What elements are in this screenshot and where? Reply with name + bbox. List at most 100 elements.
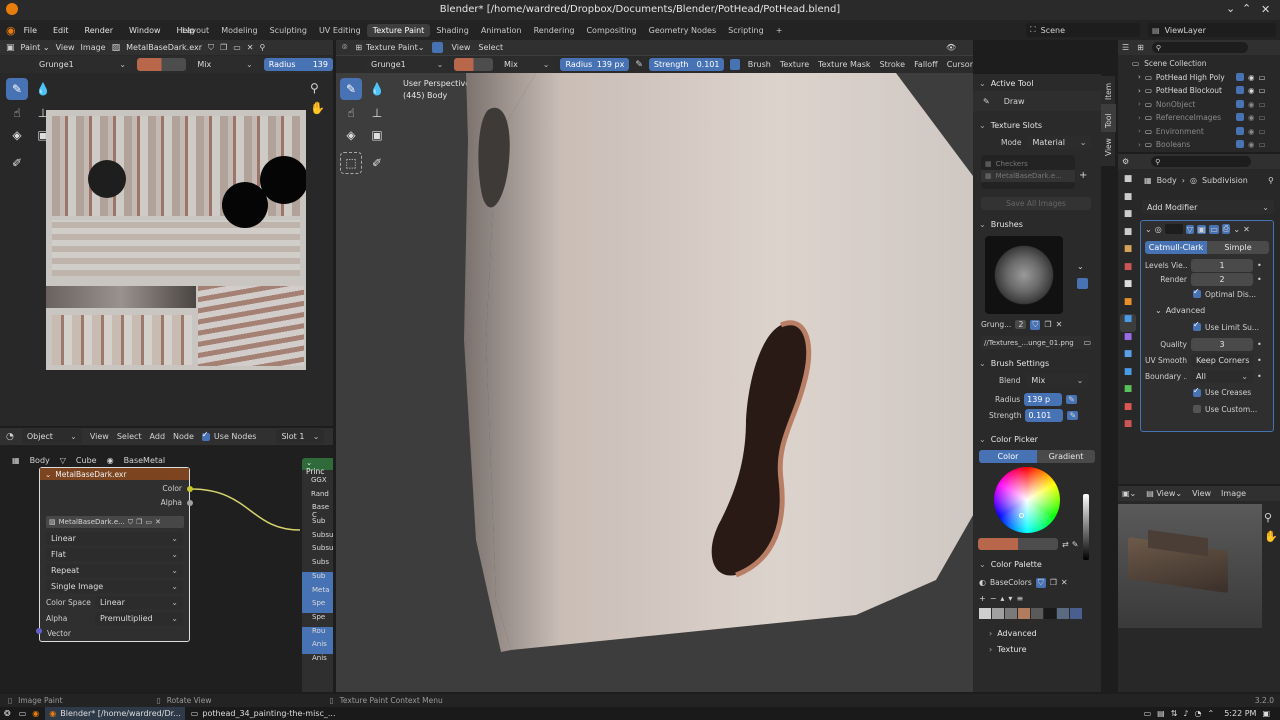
render-keyframe-icon[interactable]: • (1257, 275, 1262, 284)
hide-eye-icon[interactable]: ◉ (1248, 73, 1255, 82)
texture-header[interactable]: Texture (973, 641, 1101, 657)
principled-input-row[interactable]: Rand (302, 490, 333, 504)
tab-scripting[interactable]: Scripting (722, 24, 770, 37)
fill-tool-icon[interactable]: ◈ (6, 124, 28, 146)
palette-swatch[interactable] (1018, 608, 1030, 619)
outliner-search[interactable]: ⚲ (1151, 42, 1248, 53)
palette-name[interactable]: BaseColors (990, 578, 1032, 587)
maximize-icon[interactable]: ⌃ (1242, 2, 1251, 15)
modifier-delete-icon[interactable]: ✕ (1243, 225, 1250, 234)
render-camera-icon[interactable]: ▭ (1259, 140, 1266, 149)
slot-checkers[interactable]: ▦ Checkers (981, 158, 1075, 170)
collection-expand-icon[interactable]: › (1138, 100, 1141, 108)
quality-keyframe-icon[interactable]: • (1257, 340, 1262, 349)
palette-up-icon[interactable]: ▴ (1000, 594, 1004, 603)
palette-remove-icon[interactable]: − (990, 594, 997, 603)
brush-unlink-icon[interactable]: ✕ (1056, 320, 1063, 329)
brush-texture-path[interactable]: //Textures_...unge_01.png ▭ (981, 336, 1091, 349)
render-camera-icon[interactable]: ▭ (1259, 86, 1266, 95)
fake-user-icon[interactable]: ⛉ (208, 43, 214, 53)
principled-input-row[interactable]: Subsur (302, 544, 333, 558)
add-slot-icon[interactable]: + (1079, 170, 1087, 181)
boundary-dropdown[interactable]: All (1191, 369, 1253, 383)
node-folder-icon[interactable]: ▭ (145, 518, 152, 526)
render-camera-icon[interactable]: ▭ (1259, 100, 1266, 109)
brush-add-icon[interactable] (1077, 278, 1088, 289)
value-slider[interactable] (1083, 494, 1089, 560)
node-unlink-icon[interactable]: ✕ (155, 518, 161, 526)
tab-compositing[interactable]: Compositing (580, 24, 642, 37)
taskbar-app-folder[interactable]: ▭ pothead_34_painting-the-misc_... (191, 709, 336, 718)
modifier-pin-icon[interactable]: ⚲ (1268, 176, 1274, 185)
menu-window[interactable]: Window (129, 26, 161, 35)
palette-browse-icon[interactable]: ◐ (979, 578, 986, 587)
pin-icon[interactable]: ⚲ (259, 43, 265, 52)
strength-field[interactable]: 0.101 (1025, 408, 1064, 422)
image-view-menu[interactable]: View (56, 43, 75, 52)
outliner-editor-icon[interactable]: ☰ (1122, 43, 1129, 52)
particles-tab-icon[interactable]: ■ (1120, 332, 1136, 350)
modifier-tab-icon[interactable]: ■ (1120, 314, 1136, 332)
modifier-menu-icon[interactable]: ⌄ (1233, 225, 1240, 234)
node-image-browse-icon[interactable]: ▨ (49, 518, 56, 526)
extension-dropdown[interactable]: Repeat (46, 564, 183, 577)
collection-expand-icon[interactable]: › (1138, 87, 1141, 95)
menu-file[interactable]: File (24, 26, 37, 35)
outliner-item[interactable]: › ▭ ReferenceImages ◉ ▭ (1118, 111, 1280, 125)
folder-icon[interactable]: ▭ (233, 43, 241, 52)
radius-field[interactable]: 139 p (1024, 392, 1063, 406)
close-icon[interactable]: ✕ (1261, 3, 1270, 16)
boundary-keyframe-icon[interactable]: • (1257, 372, 1262, 381)
principled-input-row[interactable]: Subs (302, 558, 333, 572)
taskbar-app-blender[interactable]: ◉ Blender* [/home/wardred/Dr... (45, 707, 185, 720)
palette-add-icon[interactable]: + (979, 594, 986, 603)
collection-expand-icon[interactable]: › (1138, 73, 1141, 81)
render-camera-icon[interactable]: ▭ (1259, 73, 1266, 82)
soften-tool-icon[interactable]: 💧 (32, 78, 54, 100)
principled-input-row[interactable]: Subsu (302, 531, 333, 545)
modifier-advanced-header[interactable]: ⌄ Advanced (1141, 302, 1273, 318)
blend-dropdown[interactable]: Mix (1026, 373, 1089, 387)
palette-swatch[interactable] (1005, 608, 1017, 619)
image-brush-color[interactable] (136, 58, 187, 71)
tab-rendering[interactable]: Rendering (528, 24, 581, 37)
brush-list-expand-icon[interactable]: ⌄ (1077, 262, 1084, 271)
files-icon[interactable]: ▭ (19, 709, 27, 718)
principled-input-row[interactable]: Rou (302, 626, 333, 641)
brush-duplicate-icon[interactable]: ❐ (1044, 320, 1051, 329)
principled-input-row[interactable]: GGX (302, 476, 333, 490)
draw-tool-icon[interactable]: ✎ (6, 78, 28, 100)
outliner-item[interactable]: › ▭ NonObject ◉ ▭ (1118, 98, 1280, 112)
pot-body-mesh[interactable] (336, 40, 973, 692)
palette-fake-user-icon[interactable]: ⛉ (1035, 577, 1046, 588)
render-tab-icon[interactable]: ■ (1120, 192, 1136, 210)
tab-sculpting[interactable]: Sculpting (264, 24, 313, 37)
exclude-checkbox-icon[interactable] (1236, 126, 1244, 135)
palette-down-icon[interactable]: ▾ (1008, 594, 1012, 603)
blender-logo-icon[interactable]: ◉ (6, 24, 16, 37)
alpha-dropdown[interactable]: Premultiplied (95, 612, 183, 625)
exclude-checkbox-icon[interactable] (1236, 113, 1244, 122)
outliner-display-icon[interactable]: ⊞ (1137, 43, 1144, 52)
render-preview-image[interactable] (1118, 504, 1262, 628)
tab-animation[interactable]: Animation (475, 24, 528, 37)
scene-collection-row[interactable]: ▭ Scene Collection (1118, 57, 1280, 71)
show-desktop-icon[interactable]: ▣ (1262, 709, 1270, 718)
scene-tab-icon[interactable]: ■ (1120, 244, 1136, 262)
preview-image-menu[interactable]: Image (1221, 489, 1246, 498)
pan-hand-icon[interactable]: ✋ (310, 101, 325, 115)
palette-swatch[interactable] (979, 608, 991, 619)
tab-geometry-nodes[interactable]: Geometry Nodes (643, 24, 722, 37)
tab-tool[interactable]: Tool (1101, 104, 1116, 132)
color-eyedropper-icon[interactable]: ✎ (1072, 540, 1079, 549)
outliner-item[interactable]: › ▭ PotHead High Poly ◉ ▭ (1118, 71, 1280, 85)
tab-uv-editing[interactable]: UV Editing (313, 24, 367, 37)
properties-editor-icon[interactable]: ⚙ (1122, 157, 1129, 166)
image-node-header[interactable]: ⌄ MetalBaseDark.exr (40, 468, 189, 480)
annotate-tool-icon[interactable]: ✐ (6, 152, 28, 174)
modifier-expand-icon[interactable]: ⌄ (1145, 225, 1152, 234)
render-camera-icon[interactable]: ▭ (1259, 113, 1266, 122)
render-camera-icon[interactable]: ▭ (1259, 127, 1266, 136)
tray-volume-icon[interactable]: ♪ (1183, 709, 1188, 718)
optimal-display-row[interactable]: Optimal Dis... (1141, 286, 1273, 302)
